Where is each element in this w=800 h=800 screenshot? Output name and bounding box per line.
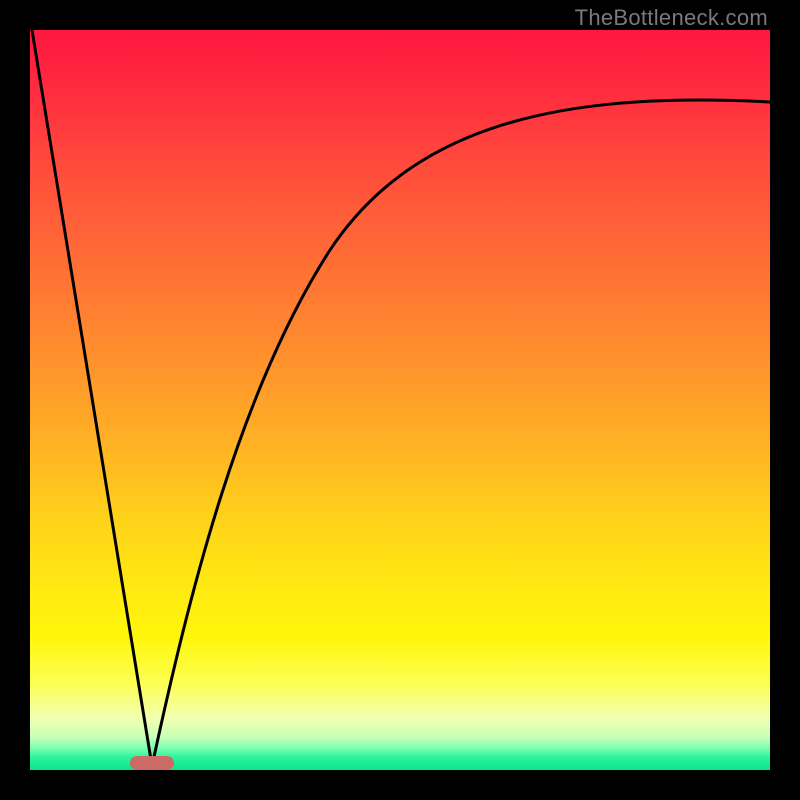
outer-frame: TheBottleneck.com xyxy=(0,0,800,800)
curve-left-branch xyxy=(32,30,152,766)
optimal-marker xyxy=(130,756,174,770)
bottleneck-curve xyxy=(30,30,770,770)
watermark-text: TheBottleneck.com xyxy=(575,5,768,31)
chart-plot-area xyxy=(30,30,770,770)
curve-right-branch xyxy=(152,100,770,766)
